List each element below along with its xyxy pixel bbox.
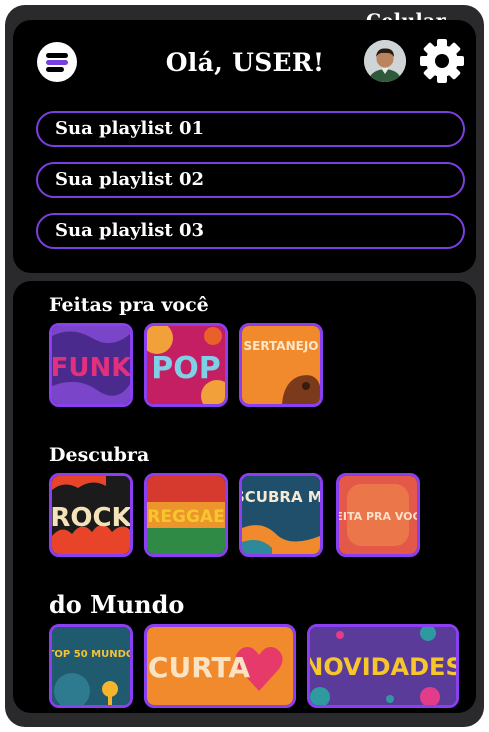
section-title-mundo: do Mundo [49,590,185,619]
tile-top50-mundo[interactable]: TOP 50 MUNDO [49,624,133,708]
tile-label: FEITA PRA VOCÊ [339,510,417,523]
avatar[interactable] [364,40,406,82]
tile-label: POP [151,351,220,386]
gear-icon[interactable] [418,37,466,85]
tile-reggae[interactable]: REGGAE [144,473,228,557]
tile-feita-pra-voce[interactable]: FEITA PRA VOCÊ [336,473,420,557]
section-title-descubra: Descubra [49,444,150,466]
playlist-item-01[interactable]: Sua playlist 01 [36,111,465,147]
tile-label: FUNK [52,353,130,383]
tile-label: CURTA [148,651,251,684]
tile-funk[interactable]: FUNK [49,323,133,407]
tile-label: REGGAE [147,507,224,527]
tile-pop[interactable]: POP [144,323,228,407]
tile-sertanejo[interactable]: SERTANEJO [239,323,323,407]
playlist-item-02[interactable]: Sua playlist 02 [36,162,465,198]
tile-label: DESCUBRA MAIS [242,488,320,506]
tile-curta[interactable]: CURTA [144,624,296,708]
tile-label: ROCK [52,503,130,533]
tile-rock[interactable]: ROCK [49,473,133,557]
playlist-item-03[interactable]: Sua playlist 03 [36,213,465,249]
greeting-title: Olá, USER! [165,48,325,77]
tile-novidades[interactable]: NOVIDADES [307,624,459,708]
tile-label: NOVIDADES [310,653,456,681]
tile-descubra-mais[interactable]: DESCUBRA MAIS [239,473,323,557]
section-title-feitas: Feitas pra você [49,294,209,316]
menu-button[interactable] [37,42,77,82]
tile-label: TOP 50 MUNDO [52,649,130,660]
tile-label: SERTANEJO [244,339,319,353]
